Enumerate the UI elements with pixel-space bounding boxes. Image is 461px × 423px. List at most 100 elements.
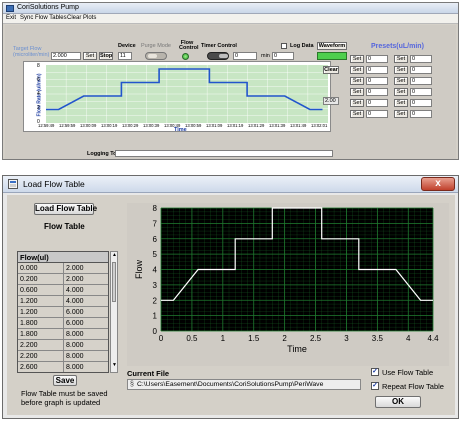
table-cell-time[interactable]: 0.600 [18, 285, 63, 296]
table-row[interactable]: 1.200 4.000 [18, 296, 108, 307]
scroll-down-icon[interactable]: ▼ [112, 363, 117, 369]
table-cell-flow[interactable]: 2.000 [63, 263, 108, 274]
flow-table-header: Flow(ul) [18, 252, 108, 263]
preset-value-input[interactable]: 0 [366, 99, 388, 107]
target-flow-set-button[interactable]: Set [83, 52, 97, 60]
table-cell-flow[interactable]: 8.000 [63, 329, 108, 340]
table-cell-flow[interactable]: 8.000 [63, 340, 108, 351]
chart-y-tick: 8 [153, 204, 158, 213]
preset-set-button[interactable]: Set [394, 88, 408, 96]
waveform-button[interactable]: Waveform [317, 42, 347, 50]
device-input[interactable]: 11 [118, 52, 132, 60]
table-cell-flow[interactable]: 8.000 [63, 351, 108, 362]
plot-x-tick: 13:01:09 [206, 123, 223, 128]
preset-value-input[interactable]: 0 [410, 110, 432, 118]
close-icon[interactable]: x [421, 177, 455, 191]
table-row[interactable]: 1.800 8.000 [18, 329, 108, 340]
table-row[interactable]: 0.200 2.000 [18, 274, 108, 285]
flow-table-scrollbar[interactable]: ▲ ▼ [110, 251, 118, 373]
table-row[interactable]: 2.600 8.000 [18, 362, 108, 372]
table-row[interactable]: 0.600 4.000 [18, 285, 108, 296]
repeat-flow-table-checkbox[interactable]: ✓ [371, 382, 379, 390]
target-flow-input[interactable]: 2.000 [51, 52, 81, 60]
preset-set-button[interactable]: Set [350, 55, 364, 63]
preset-value-input[interactable]: 0 [366, 110, 388, 118]
preset-set-button[interactable]: Set [350, 66, 364, 74]
table-cell-flow[interactable]: 4.000 [63, 296, 108, 307]
timer-input-2[interactable]: 0 [272, 52, 294, 60]
menu-exit[interactable]: Exit [6, 15, 16, 21]
preset-value-input[interactable]: 0 [366, 66, 388, 74]
table-cell-flow[interactable]: 6.000 [63, 318, 108, 329]
logging-to-field[interactable] [115, 150, 333, 157]
preset-set-button[interactable]: Set [394, 99, 408, 107]
scroll-thumb[interactable] [112, 262, 116, 302]
window-title: CoriSolutions Pump [17, 4, 79, 11]
preset-value-input[interactable]: 0 [410, 88, 432, 96]
purge-mode-toggle[interactable] [145, 52, 167, 60]
flow-table-title: Flow Table [44, 222, 85, 231]
timer-control-toggle[interactable] [207, 52, 229, 60]
plot-x-tick: 13:02:01 [311, 123, 328, 128]
table-row[interactable]: 0.000 2.000 [18, 263, 108, 274]
preset-set-button[interactable]: Set [350, 77, 364, 85]
chart-x-tick: 3 [344, 334, 349, 343]
table-cell-time[interactable]: 0.200 [18, 274, 63, 285]
preset-set-button[interactable]: Set [394, 110, 408, 118]
preset-set-button[interactable]: Set [394, 77, 408, 85]
scroll-up-icon[interactable]: ▲ [112, 253, 117, 259]
save-button[interactable]: Save [53, 375, 77, 386]
preset-set-button[interactable]: Set [350, 110, 364, 118]
ok-button[interactable]: OK [375, 396, 421, 408]
table-row[interactable]: 1.200 6.000 [18, 307, 108, 318]
chart-y-tick: 1 [153, 312, 158, 321]
preset-set-button[interactable]: Set [394, 55, 408, 63]
preset-set-button[interactable]: Set [394, 66, 408, 74]
flow-control-led-icon[interactable] [182, 53, 189, 60]
preset-value-input[interactable]: 0 [366, 77, 388, 85]
menu-sync-flow-tables[interactable]: Sync Flow Tables [20, 15, 67, 21]
table-cell-time[interactable]: 2.600 [18, 362, 63, 372]
preset-value-input[interactable]: 0 [366, 88, 388, 96]
control-panel: Target Flow (microliter/min) 2.000 Set S… [5, 25, 456, 159]
current-file-field[interactable]: § C:\Users\Easement\Documents\CoriSoluti… [127, 379, 361, 390]
waveform-indicator [317, 52, 347, 60]
save-note-line-2: before graph is updated [21, 398, 101, 407]
file-path-icon[interactable]: § [130, 380, 134, 389]
preset-value-input[interactable]: 0 [366, 55, 388, 63]
timer-minutes-input[interactable]: 0 [233, 52, 257, 60]
table-row[interactable]: 2.200 8.000 [18, 340, 108, 351]
menu-clear-plots[interactable]: Clear Plots [67, 15, 96, 21]
stop-button[interactable]: Stop [99, 52, 113, 60]
table-cell-time[interactable]: 0.000 [18, 263, 63, 274]
table-row[interactable]: 1.800 6.000 [18, 318, 108, 329]
table-cell-flow[interactable]: 6.000 [63, 307, 108, 318]
log-data-checkbox[interactable] [281, 43, 287, 49]
table-cell-time[interactable]: 2.200 [18, 351, 63, 362]
plot-x-tick: 12:59:59 [59, 123, 76, 128]
preset-value-input[interactable]: 0 [410, 66, 432, 74]
preset-set-button[interactable]: Set [350, 99, 364, 107]
flow-table[interactable]: Flow(ul) 0.000 2.000 0.200 2.000 0.600 4.000 1… [17, 251, 109, 373]
dialog-title-bar: Load Flow Table x [3, 176, 458, 193]
table-cell-flow[interactable]: 2.000 [63, 274, 108, 285]
log-data-label: Log Data [290, 43, 314, 49]
chart-x-axis-label: Time [287, 344, 307, 354]
table-row[interactable]: 2.200 8.000 [18, 351, 108, 362]
preset-value-input[interactable]: 0 [410, 55, 432, 63]
main-window: CoriSolutions Pump Exit Sync Flow Tables… [2, 2, 459, 160]
preset-value-input[interactable]: 0 [410, 99, 432, 107]
table-cell-flow[interactable]: 8.000 [63, 362, 108, 372]
use-flow-table-checkbox[interactable]: ✓ [371, 368, 379, 376]
plot-clear-button[interactable]: Clear [323, 66, 339, 74]
table-cell-time[interactable]: 1.800 [18, 318, 63, 329]
table-cell-time[interactable]: 1.800 [18, 329, 63, 340]
table-cell-time[interactable]: 1.200 [18, 296, 63, 307]
preset-value-input[interactable]: 0 [410, 77, 432, 85]
preset-set-button[interactable]: Set [350, 88, 364, 96]
plot-x-tick: 13:01:39 [269, 123, 286, 128]
table-cell-time[interactable]: 1.200 [18, 307, 63, 318]
load-flow-table-button[interactable]: Load Flow Table [34, 203, 97, 215]
table-cell-flow[interactable]: 4.000 [63, 285, 108, 296]
table-cell-time[interactable]: 2.200 [18, 340, 63, 351]
